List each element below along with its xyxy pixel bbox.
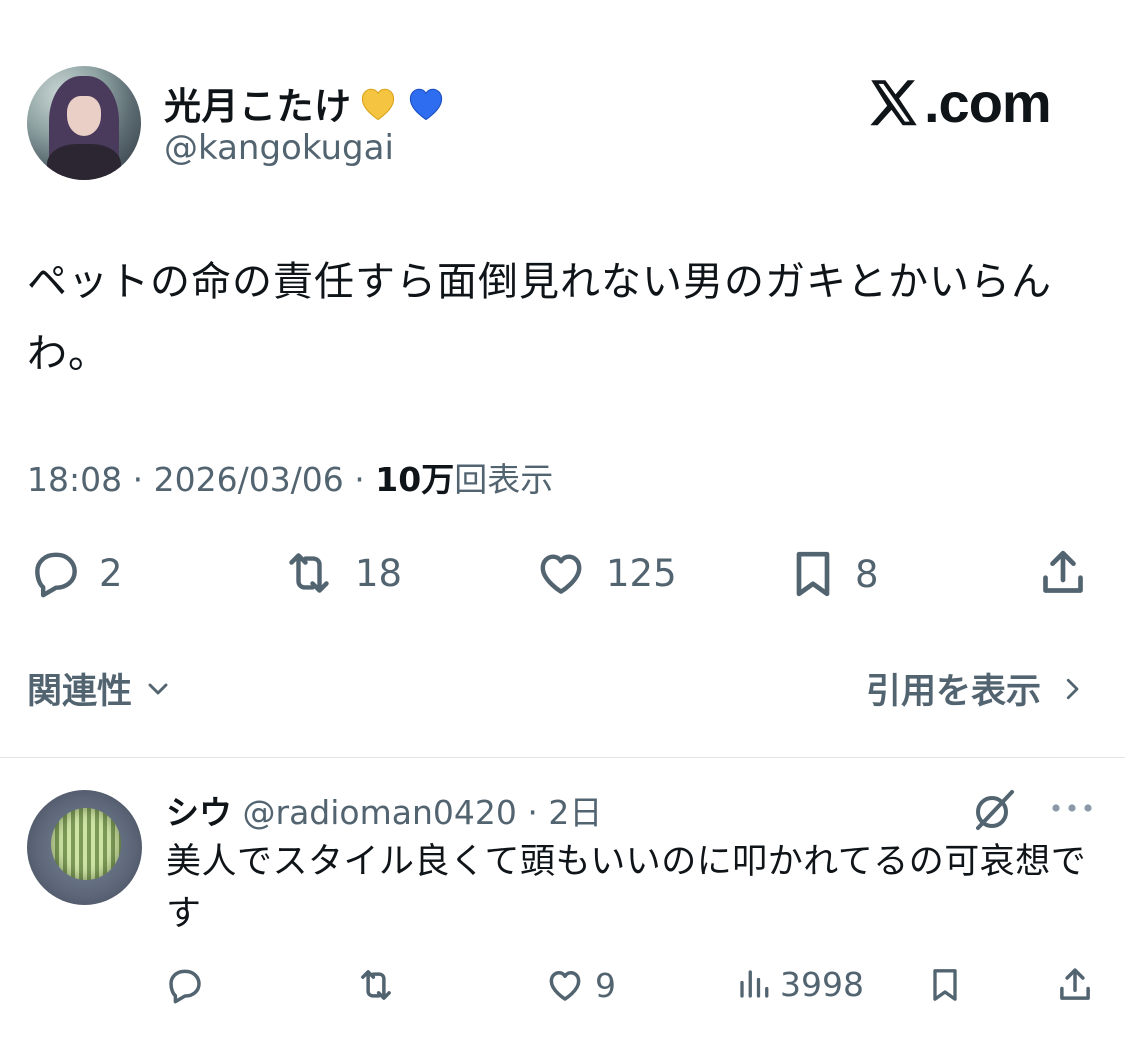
views-count: 10万 xyxy=(375,460,455,499)
tweet-date[interactable]: 2026/03/06 xyxy=(154,460,344,499)
heart-outline-icon xyxy=(549,971,581,1001)
reply-reply-button[interactable] xyxy=(164,964,206,1006)
brand-label: .com xyxy=(924,71,1052,134)
reply-author-handle[interactable]: @radioman0420 xyxy=(243,793,517,832)
repost-button[interactable]: 18 xyxy=(277,545,402,601)
bookmark-icon xyxy=(796,551,830,597)
author-display-name[interactable]: 光月こたけ xyxy=(164,76,352,130)
reply-repost-button[interactable] xyxy=(354,964,398,1006)
heart-outline-icon xyxy=(540,554,582,594)
reply-like-count: 9 xyxy=(595,965,616,1005)
reply-text: 美人でスタイル良くて頭もいいのに叩かれてるの可哀想です xyxy=(166,842,1087,934)
like-count: 125 xyxy=(606,551,677,595)
author-name-row[interactable]: 光月こたけ xyxy=(164,76,448,130)
bookmark-count: 8 xyxy=(855,552,879,596)
reply-like-button[interactable]: 9 xyxy=(543,964,616,1006)
reply-author-name[interactable]: シウ xyxy=(166,793,232,832)
repost-count: 18 xyxy=(355,551,403,595)
share-button[interactable] xyxy=(1035,545,1091,601)
reply-icon xyxy=(169,969,201,1004)
tweet-text: ペットの命の責任すら面倒見れない男のガキとかいらんわ。 xyxy=(27,259,1052,377)
author-avatar[interactable] xyxy=(27,66,141,180)
x-com-logo: .com xyxy=(866,70,1052,135)
grok-icon[interactable] xyxy=(970,786,1018,834)
view-quotes-link[interactable]: 引用を表示 xyxy=(866,663,1087,714)
reply-bookmark-button[interactable] xyxy=(925,964,965,1006)
repost-icon xyxy=(289,553,329,593)
author-handle[interactable]: @kangokugai xyxy=(164,128,394,168)
like-button[interactable]: 125 xyxy=(530,545,677,601)
divider xyxy=(0,757,1125,758)
reply-views-count: 3998 xyxy=(780,964,864,1004)
views-chart-icon xyxy=(740,970,769,998)
share-icon xyxy=(1043,550,1083,593)
reply-icon xyxy=(35,552,77,598)
yellow-heart-icon xyxy=(361,88,394,121)
tweet-time[interactable]: 18:08 xyxy=(27,460,122,499)
reply-views-button[interactable]: 3998 xyxy=(736,964,864,1004)
chevron-right-icon xyxy=(1066,678,1079,699)
reply-age[interactable]: 2日 xyxy=(548,793,602,832)
more-options-icon[interactable] xyxy=(1050,800,1094,816)
repost-icon xyxy=(361,970,391,1000)
view-quotes-label: 引用を表示 xyxy=(865,672,1041,712)
reply-share-button[interactable] xyxy=(1054,964,1096,1006)
reply-button[interactable]: 2 xyxy=(27,545,123,601)
bookmark-icon xyxy=(933,969,957,1001)
x-logo-icon xyxy=(870,80,917,126)
bookmark-button[interactable]: 8 xyxy=(785,545,879,603)
views-label: 回表示 xyxy=(454,460,554,499)
chevron-down-icon xyxy=(148,683,168,694)
blue-heart-icon xyxy=(409,88,442,121)
sort-label: 関連性 xyxy=(27,672,133,712)
reply-header: シウ @radioman0420 · 2日 xyxy=(166,793,603,832)
tweet-meta: 18:08 · 2026/03/06 · 10万回表示 xyxy=(27,460,554,499)
sort-relevance-dropdown[interactable]: 関連性 xyxy=(27,663,174,714)
share-icon xyxy=(1060,968,1090,1000)
reply-author-avatar[interactable] xyxy=(27,790,142,905)
reply-count: 2 xyxy=(99,551,123,595)
